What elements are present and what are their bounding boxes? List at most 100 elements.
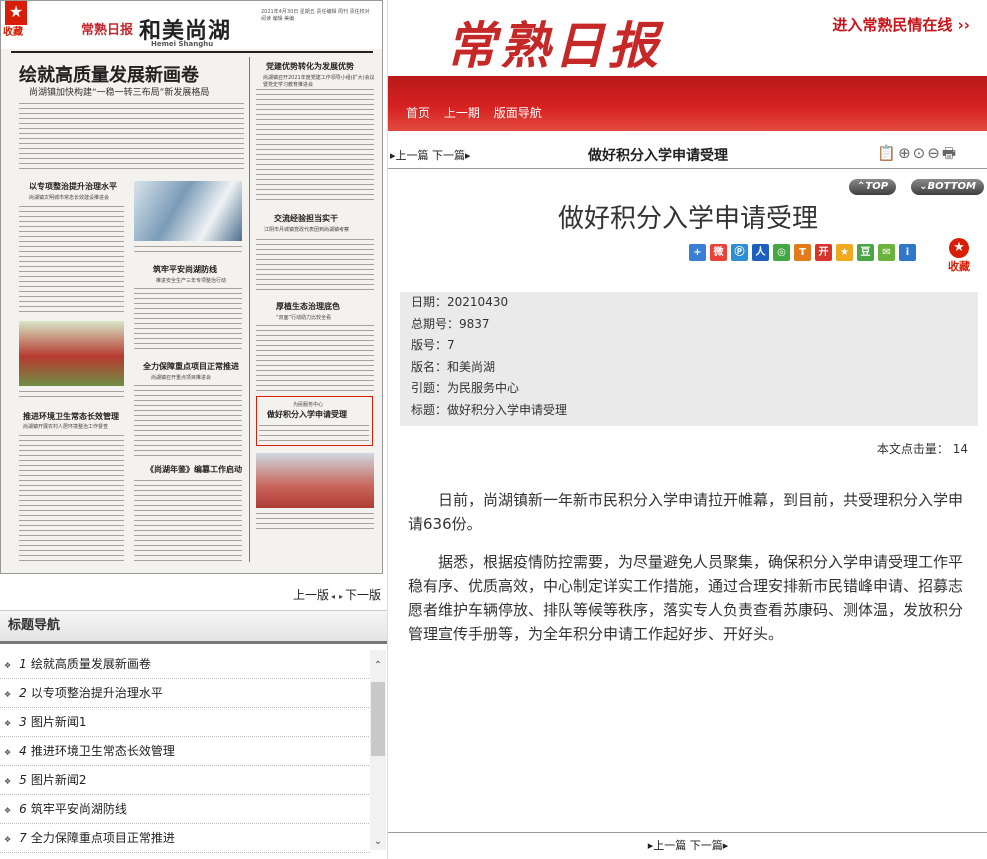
title-nav-item[interactable]: ❖ 1 绘就高质量发展新画卷	[0, 650, 369, 679]
share-kaixin-icon[interactable]: 开	[815, 244, 832, 261]
story-text[interactable]	[259, 423, 369, 441]
photo-news[interactable]	[19, 321, 124, 386]
share-wechat-icon[interactable]: ◎	[773, 244, 790, 261]
title-nav-scrollbar[interactable]: ⌃ ⌄	[370, 650, 386, 850]
title-nav-item[interactable]: ❖ 4 推进环境卫生常态长效管理	[0, 737, 369, 766]
tool-icons: 📋⊕⊙⊖🖶	[877, 143, 958, 168]
chevron-up-icon[interactable]: ⌃	[370, 658, 386, 674]
share-star-icon[interactable]: ★	[836, 244, 853, 261]
bullet-icon: ❖	[4, 748, 12, 757]
next-page-link[interactable]: 下一版	[345, 588, 381, 602]
bullet-icon: ❖	[4, 661, 12, 670]
favorite-star-icon[interactable]: ★	[5, 1, 27, 25]
share-renren-icon[interactable]: 人	[752, 244, 769, 261]
menu-layout-nav[interactable]: 版面导航	[494, 106, 542, 120]
article-toolbar: ▸上一篇 下一篇▸ 做好积分入学申请受理 📋⊕⊙⊖🖶	[388, 140, 987, 169]
meta-section: 版名：和美尚湖	[411, 359, 496, 374]
story-title[interactable]: 厚植生态治理底色	[276, 301, 340, 312]
nav-bar: 首页 上一期 版面导航	[388, 76, 987, 131]
chevron-down-icon[interactable]: ⌄	[370, 834, 386, 850]
favorite-button[interactable]: ★ 收藏	[945, 238, 973, 274]
page-nav: 上一版 ◂ ▸ 下一版	[0, 586, 381, 603]
share-mail-icon[interactable]: ✉	[878, 244, 895, 261]
story-title[interactable]: 党建优势转化为发展优势	[266, 61, 354, 72]
story-title[interactable]: 筑牢平安尚湖防线	[153, 264, 217, 275]
menu-prev-issue[interactable]: 上一期	[444, 106, 480, 120]
prev-article-link[interactable]: ▸上一篇	[648, 839, 687, 852]
zoom-in-icon[interactable]: ⊕	[898, 144, 913, 162]
story-sub: “双面”行动助力比较全看	[276, 315, 332, 321]
scroll-shortcuts: ⌃TOP ⌄BOTTOM	[839, 174, 984, 195]
edition-name-en: Hemei Shanghu	[151, 40, 214, 48]
title-nav-item[interactable]: ❖ 2 以专项整治提升治理水平	[0, 679, 369, 708]
clipboard-icon[interactable]: 📋	[877, 144, 898, 162]
page-subhead: 尚湖镇加快构建“一稳一转三布局”新发展格局	[29, 88, 210, 98]
article-paragraph: 据悉，根据疫情防控需要，为尽量避免人员聚集，确保积分入学申请受理工作平稳有序、优…	[408, 553, 964, 643]
bullet-icon: ❖	[4, 835, 12, 844]
story-text[interactable]	[134, 383, 242, 458]
story-text[interactable]	[134, 478, 242, 563]
zoom-reset-icon[interactable]: ⊙	[913, 144, 928, 162]
story-text[interactable]	[256, 87, 374, 202]
favorite-label[interactable]: 收藏	[945, 258, 973, 274]
next-arrow-icon[interactable]: ▸	[339, 592, 343, 601]
site-logo[interactable]: 常熟日报	[446, 6, 662, 78]
favorite-label[interactable]: 收藏	[3, 23, 23, 38]
story-sub: 尚湖镇召开重点项目推进会	[151, 375, 212, 381]
story-title[interactable]: 交流经验担当实干	[274, 213, 338, 224]
bullet-icon: ❖	[4, 777, 12, 786]
share-douban-icon[interactable]: 豆	[857, 244, 874, 261]
story-title-selected[interactable]: 做好积分入学申请受理	[267, 409, 347, 420]
article-prev-next: ▸上一篇 下一篇▸	[390, 147, 471, 163]
story-title[interactable]: 以专项整治提升治理水平	[29, 181, 117, 192]
bullet-icon: ❖	[4, 719, 12, 728]
favorite-star-icon[interactable]: ★	[949, 238, 969, 258]
zoom-out-icon[interactable]: ⊖	[927, 144, 942, 162]
page-headline[interactable]: 绘就高质量发展新画卷	[19, 61, 199, 87]
minqing-online-link[interactable]: 进入常熟民情在线 ››	[832, 14, 970, 35]
print-icon[interactable]: 🖶	[942, 144, 958, 162]
photo-caption	[134, 244, 242, 252]
next-article-link[interactable]: 下一篇▸	[432, 149, 471, 162]
share-bar: + 微 Ⓟ 人 ◎ T 开 ★ 豆 ✉ i	[689, 244, 920, 266]
story-title[interactable]: 《尚湖年鉴》编篡工作启动	[146, 464, 242, 475]
story-text[interactable]	[19, 204, 124, 314]
bottom-article-nav: ▸上一篇 下一篇▸	[388, 832, 987, 858]
story-text[interactable]	[19, 433, 124, 563]
newspaper-page-image[interactable]: ★ 收藏 常熟日报 和美尚湖 Hemei Shanghu 2021年4月30日 …	[0, 0, 383, 574]
bottom-button[interactable]: ⌄BOTTOM	[911, 179, 984, 195]
prev-page-link[interactable]: 上一版	[293, 588, 329, 602]
share-more-icon[interactable]: i	[899, 244, 916, 261]
title-nav-item[interactable]: ❖ 5 图片新闻2	[0, 766, 369, 795]
site-banner: 常熟日报 进入常熟民情在线 ››	[388, 0, 987, 76]
story-sub: 尚湖镇召开2021年度党建工作领导小组(扩大)会议暨党史学习教育推进会	[263, 75, 375, 88]
share-qzone-icon[interactable]: Ⓟ	[731, 244, 748, 261]
menu-home[interactable]: 首页	[406, 106, 430, 120]
right-pane: 常熟日报 进入常熟民情在线 ›› 首页 上一期 版面导航 ▸上一篇 下一篇▸ 做…	[387, 0, 987, 859]
story-text[interactable]	[134, 286, 242, 351]
meta-issue: 总期号：9837	[411, 316, 490, 331]
title-nav-item[interactable]: ❖ 7 全力保障重点项目正常推进	[0, 824, 369, 853]
bullet-icon: ❖	[4, 806, 12, 815]
photo-news[interactable]	[256, 453, 374, 508]
scrollbar-thumb[interactable]	[371, 682, 385, 756]
next-article-link[interactable]: 下一篇▸	[690, 839, 729, 852]
top-button[interactable]: ⌃TOP	[849, 179, 897, 195]
prev-arrow-icon[interactable]: ◂	[331, 592, 335, 601]
meta-date: 日期：20210430	[411, 295, 509, 309]
meta-page: 版号：7	[411, 338, 455, 352]
title-nav-item[interactable]: ❖ 3 图片新闻1	[0, 708, 369, 737]
share-weibo-icon[interactable]: 微	[710, 244, 727, 261]
hit-count: 本文点击量： 14	[876, 442, 968, 456]
prev-article-link[interactable]: ▸上一篇	[390, 149, 429, 162]
story-sub: 江阴市月城镇党政代表团到尚湖镇考察	[264, 227, 350, 233]
story-title[interactable]: 全力保障重点项目正常推进	[143, 361, 239, 372]
title-nav-item[interactable]: ❖ 6 筑牢平安尚湖防线	[0, 795, 369, 824]
story-text[interactable]	[256, 237, 374, 293]
lead-story-text[interactable]	[19, 101, 244, 171]
share-plus-icon[interactable]: +	[689, 244, 706, 261]
story-text[interactable]	[256, 323, 374, 391]
photo-news[interactable]	[134, 181, 242, 241]
story-title[interactable]: 推进环境卫生常态长效管理	[23, 411, 119, 422]
share-tencent-icon[interactable]: T	[794, 244, 811, 261]
